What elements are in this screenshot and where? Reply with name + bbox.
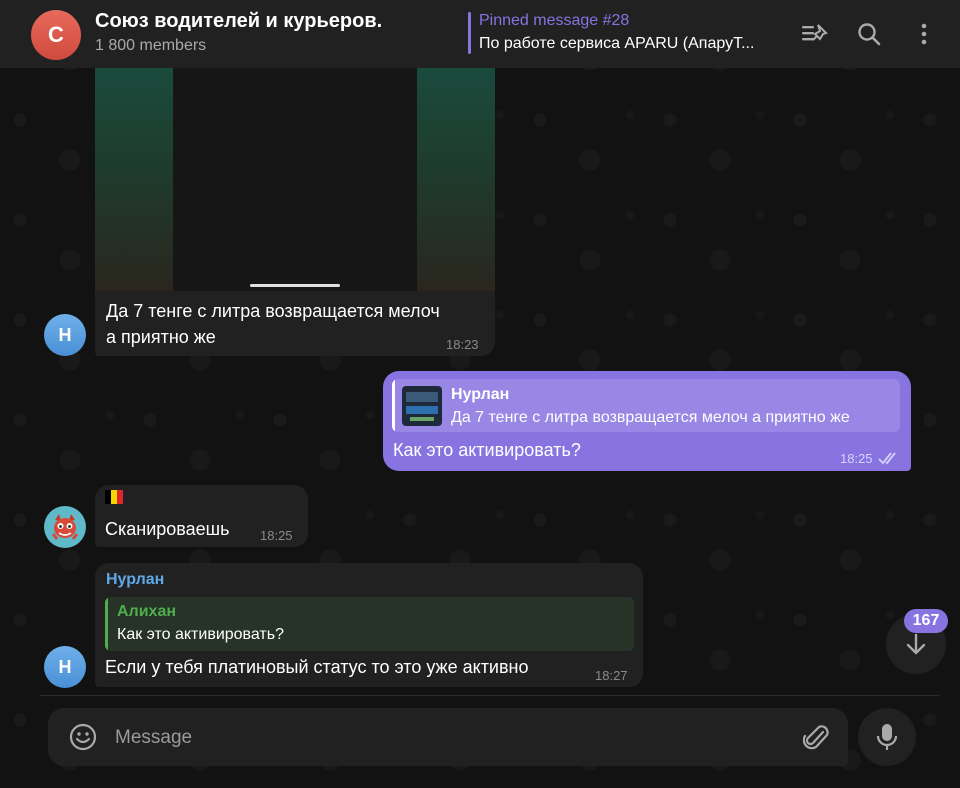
message-text: Как это активировать? (393, 440, 581, 460)
message-text: Сканироваешь (105, 519, 230, 539)
message-bubble-incoming[interactable]: Сканироваешь 18:25 (95, 485, 308, 547)
unpin-icon[interactable] (798, 18, 830, 50)
attach-icon[interactable] (802, 723, 831, 758)
pinned-indicator (468, 12, 471, 54)
message-text-line-2: а приятно же (106, 327, 216, 347)
mic-icon (876, 724, 898, 750)
message-bubble-incoming[interactable]: Нурлан Алихан Как это активировать? Если… (95, 563, 643, 687)
avatar[interactable]: Н (44, 646, 86, 688)
message-text-line-1: Да 7 тенге с литра возвращается мелоч (106, 301, 440, 321)
composer-divider (40, 695, 940, 696)
avatar[interactable]: Н (44, 314, 86, 356)
member-count: 1 800 members (95, 37, 207, 54)
emoji-icon[interactable] (68, 722, 98, 757)
more-vertical-icon[interactable] (908, 18, 940, 50)
arrow-down-icon (906, 633, 926, 655)
reply-sender: Алихан (117, 603, 177, 620)
message-time: 18:25 (260, 528, 293, 543)
reply-preview[interactable]: Нурлан Да 7 тенге с литра возвращается м… (392, 379, 900, 432)
pinned-message-text[interactable]: По работе сервиса APARU (АпаруТ... (479, 35, 779, 53)
reply-strip (392, 379, 395, 432)
chat-header[interactable]: С Союз водителей и курьеров. 1 800 membe… (0, 0, 960, 68)
monster-avatar-icon (51, 514, 79, 540)
voice-record-button[interactable] (858, 708, 916, 766)
avatar-letter: Н (58, 656, 72, 677)
reply-text: Да 7 тенге с литра возвращается мелоч а … (451, 409, 850, 426)
chat-title[interactable]: Союз водителей и курьеров. (95, 10, 382, 33)
double-check-icon (878, 451, 900, 470)
video-frame-right (417, 68, 495, 291)
message-composer[interactable] (48, 708, 848, 766)
reply-sender: Нурлан (451, 386, 510, 403)
flag-emoji (105, 490, 123, 509)
video-preview[interactable] (95, 68, 495, 291)
reply-preview[interactable]: Алихан Как это активировать? (105, 597, 634, 651)
avatar-letter: Н (58, 324, 72, 345)
search-icon[interactable] (853, 18, 885, 50)
message-time: 18:27 (595, 668, 628, 683)
message-time: 18:25 (840, 451, 873, 466)
avatar[interactable] (44, 506, 86, 548)
reply-thumbnail (402, 386, 442, 426)
message-bubble-outgoing[interactable]: Нурлан Да 7 тенге с литра возвращается м… (383, 371, 911, 471)
video-frame-left (95, 68, 173, 291)
message-time: 18:23 (446, 337, 479, 352)
message-text: Если у тебя платиновый статус то это уже… (105, 657, 529, 677)
reply-text: Как это активировать? (117, 626, 284, 643)
sender-name[interactable]: Нурлан (106, 571, 164, 589)
pinned-message-title[interactable]: Pinned message #28 (479, 12, 629, 30)
reply-strip (105, 597, 108, 651)
video-home-indicator (250, 284, 340, 287)
chat-avatar-letter: С (48, 22, 64, 47)
message-input[interactable] (113, 722, 787, 754)
chat-avatar[interactable]: С (31, 10, 81, 60)
unread-count-badge[interactable]: 167 (904, 609, 948, 633)
